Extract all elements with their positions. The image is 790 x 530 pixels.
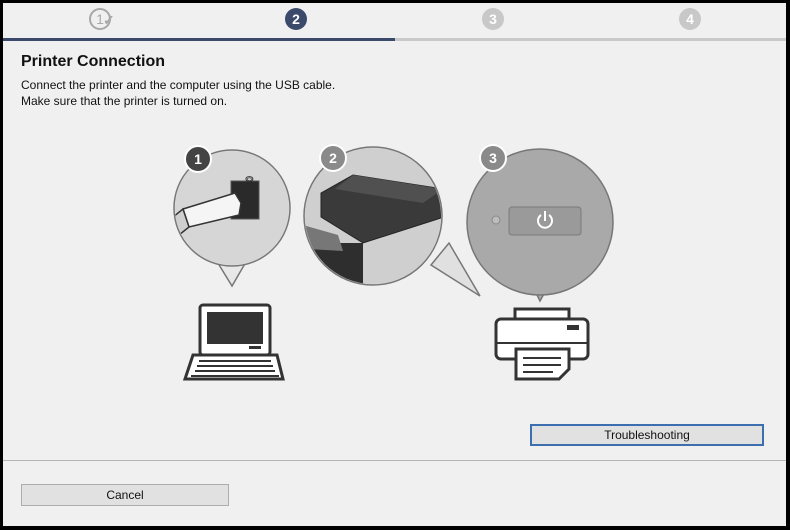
power-button-bubble — [466, 148, 614, 303]
svg-text:1: 1 — [194, 151, 202, 167]
footer-divider — [3, 460, 786, 461]
connection-illustration: ⭖ 1 2 3 — [173, 144, 614, 381]
cancel-button[interactable]: Cancel — [21, 484, 229, 506]
badge-2: 2 — [319, 144, 347, 172]
badge-3: 3 — [479, 144, 507, 172]
badge-1: 1 — [184, 145, 212, 173]
usb-icon: ⭖ — [245, 173, 254, 186]
printer-icon — [494, 307, 590, 381]
svg-text:2: 2 — [329, 150, 337, 166]
svg-text:3: 3 — [489, 150, 497, 166]
troubleshooting-button[interactable]: Troubleshooting — [530, 424, 764, 446]
installer-window: 1 ✓ 2 3 4 Printer Connection Connect the… — [3, 3, 786, 526]
laptop-icon — [182, 303, 285, 381]
